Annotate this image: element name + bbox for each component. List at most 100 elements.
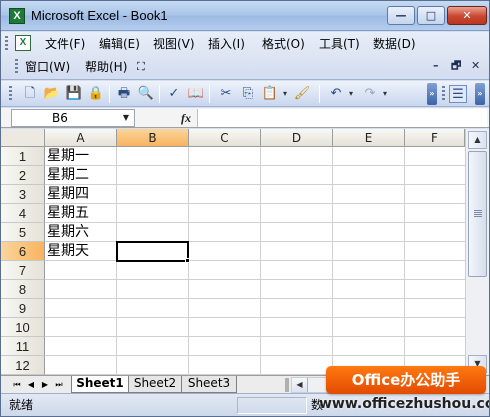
toolbar-options-icon-2[interactable]: » xyxy=(475,83,485,105)
status-pane xyxy=(237,397,307,414)
print-preview-icon[interactable]: 🔍 xyxy=(137,85,155,103)
doc-restore-button[interactable]: 🗗 xyxy=(451,58,461,74)
toolbar-options-icon[interactable]: » xyxy=(427,83,437,105)
doc-close-button[interactable]: ✕ xyxy=(471,58,480,74)
cell-a6[interactable]: 星期天 xyxy=(47,242,89,261)
cell-a5[interactable]: 星期六 xyxy=(47,223,89,242)
toolbar-separator xyxy=(209,85,210,103)
scroll-grip-icon xyxy=(474,210,482,217)
paste-icon[interactable]: 📋 xyxy=(261,85,279,103)
new-icon[interactable]: 🗋 xyxy=(21,85,39,103)
tab-split-handle[interactable] xyxy=(285,378,289,392)
spelling-icon[interactable]: ✓ xyxy=(165,85,183,103)
toolbar-separator xyxy=(109,85,110,103)
menu-window[interactable]: 窗口(W) xyxy=(25,57,70,77)
tab-sheet3[interactable]: Sheet3 xyxy=(181,376,237,393)
next-sheet-icon[interactable]: ▶ xyxy=(39,378,51,392)
menu-tools[interactable]: 工具(T) xyxy=(319,34,360,54)
format-painter-icon[interactable]: 🖌 xyxy=(293,85,311,103)
paste-dropdown-icon[interactable]: ▾ xyxy=(281,85,289,103)
menu-bar: X 文件(F) 编辑(E) 视图(V) 插入(I) 格式(O) 工具(T) 数据… xyxy=(1,32,489,80)
save-icon[interactable]: 💾 xyxy=(65,85,83,103)
menu-data[interactable]: 数据(D) xyxy=(373,34,416,54)
formula-input[interactable] xyxy=(197,109,487,127)
vertical-scrollbar[interactable]: ▲ ▼ xyxy=(465,129,489,375)
close-button[interactable]: ✕ xyxy=(447,6,487,25)
row-header-1[interactable]: 1 xyxy=(1,147,45,166)
maximize-button[interactable]: □ xyxy=(417,6,445,25)
vertical-scroll-thumb[interactable] xyxy=(468,151,487,277)
print-icon[interactable]: 🖶 xyxy=(115,85,133,103)
row-header-9[interactable]: 9 xyxy=(1,299,45,318)
first-sheet-icon[interactable]: ⏮ xyxy=(11,378,23,392)
row-header-10[interactable]: 10 xyxy=(1,318,45,337)
name-box[interactable]: B6 xyxy=(11,109,135,127)
scroll-left-icon[interactable]: ◀ xyxy=(292,378,308,392)
minimize-button[interactable]: — xyxy=(387,6,415,25)
menu-file[interactable]: 文件(F) xyxy=(45,34,85,54)
align-left-icon[interactable]: ☰ xyxy=(449,85,467,103)
redo-dropdown-icon[interactable]: ▾ xyxy=(381,85,389,103)
column-header-b[interactable]: B xyxy=(117,129,189,147)
cut-icon[interactable]: ✂ xyxy=(217,85,235,103)
undo-dropdown-icon[interactable]: ▾ xyxy=(347,85,355,103)
menu-grip[interactable] xyxy=(5,36,8,52)
menu-options-icon[interactable]: ⛶ xyxy=(137,57,145,77)
title-bar: X Microsoft Excel - Book1 — □ ✕ xyxy=(1,1,489,31)
menu-insert[interactable]: 插入(I) xyxy=(208,34,245,54)
undo-icon[interactable]: ↶ xyxy=(327,85,345,103)
status-ready: 就绪 xyxy=(9,398,34,412)
row-header-4[interactable]: 4 xyxy=(1,204,45,223)
window-title: Microsoft Excel - Book1 xyxy=(31,8,168,23)
column-header-d[interactable]: D xyxy=(261,129,333,147)
row-header-6[interactable]: 6 xyxy=(1,242,45,261)
tab-sheet1[interactable]: Sheet1 xyxy=(71,376,129,393)
toolbar-separator xyxy=(319,85,320,103)
tab-sheet2[interactable]: Sheet2 xyxy=(127,376,183,393)
excel-app-icon[interactable]: X xyxy=(9,8,25,24)
research-icon[interactable]: 📖 xyxy=(187,85,205,103)
row-header-8[interactable]: 8 xyxy=(1,280,45,299)
menu-edit[interactable]: 编辑(E) xyxy=(99,34,140,54)
row-header-12[interactable]: 12 xyxy=(1,356,45,375)
permission-icon[interactable]: 🔒 xyxy=(87,85,105,103)
column-header-a[interactable]: A xyxy=(45,129,117,147)
insert-function-icon[interactable]: fx xyxy=(181,109,191,127)
menu-view[interactable]: 视图(V) xyxy=(153,34,195,54)
menu-help[interactable]: 帮助(H) xyxy=(85,57,127,77)
open-icon[interactable]: 📂 xyxy=(43,85,61,103)
row-header-11[interactable]: 11 xyxy=(1,337,45,356)
row-header-5[interactable]: 5 xyxy=(1,223,45,242)
column-header-e[interactable]: E xyxy=(333,129,405,147)
active-cell-b6[interactable] xyxy=(116,241,189,262)
copy-icon[interactable]: ⎘ xyxy=(239,85,257,103)
row-header-3[interactable]: 3 xyxy=(1,185,45,204)
menu-format[interactable]: 格式(O) xyxy=(262,34,305,54)
fill-handle[interactable] xyxy=(185,258,190,263)
cell-a1[interactable]: 星期一 xyxy=(47,147,89,166)
column-header-f[interactable]: F xyxy=(405,129,465,147)
standard-toolbar: 🗋 📂 💾 🔒 🖶 🔍 ✓ 📖 ✂ ⎘ 📋 ▾ 🖌 ↶ ▾ ↷ ▾ » ☰ » xyxy=(1,81,489,107)
prev-sheet-icon[interactable]: ◀ xyxy=(25,378,37,392)
watermark-badge: Office办公助手 xyxy=(326,366,486,394)
row-header-7[interactable]: 7 xyxy=(1,261,45,280)
last-sheet-icon[interactable]: ⏭ xyxy=(53,378,65,392)
row-header-2[interactable]: 2 xyxy=(1,166,45,185)
cell-a4[interactable]: 星期五 xyxy=(47,204,89,223)
redo-icon[interactable]: ↷ xyxy=(361,85,379,103)
cell-a2[interactable]: 星期二 xyxy=(47,166,89,185)
menu-grip-2[interactable] xyxy=(15,59,18,75)
cell-area[interactable] xyxy=(45,147,465,375)
excel-window: X Microsoft Excel - Book1 — □ ✕ X 文件(F) … xyxy=(0,0,490,417)
scroll-up-icon[interactable]: ▲ xyxy=(468,131,487,149)
toolbar-grip-2[interactable] xyxy=(442,86,445,102)
formula-bar: B6 ▼ fx xyxy=(1,108,489,128)
cell-a3[interactable]: 星期四 xyxy=(47,185,89,204)
column-header-c[interactable]: C xyxy=(189,129,261,147)
doc-minimize-button[interactable]: – xyxy=(433,58,439,74)
toolbar-grip[interactable] xyxy=(9,86,12,102)
workbook-icon[interactable]: X xyxy=(15,35,31,51)
worksheet-grid: A B C D E F 1 2 3 4 5 6 7 8 9 10 11 12 星… xyxy=(1,129,489,375)
select-all-corner[interactable] xyxy=(1,129,45,147)
name-box-dropdown-icon[interactable]: ▼ xyxy=(119,110,133,126)
